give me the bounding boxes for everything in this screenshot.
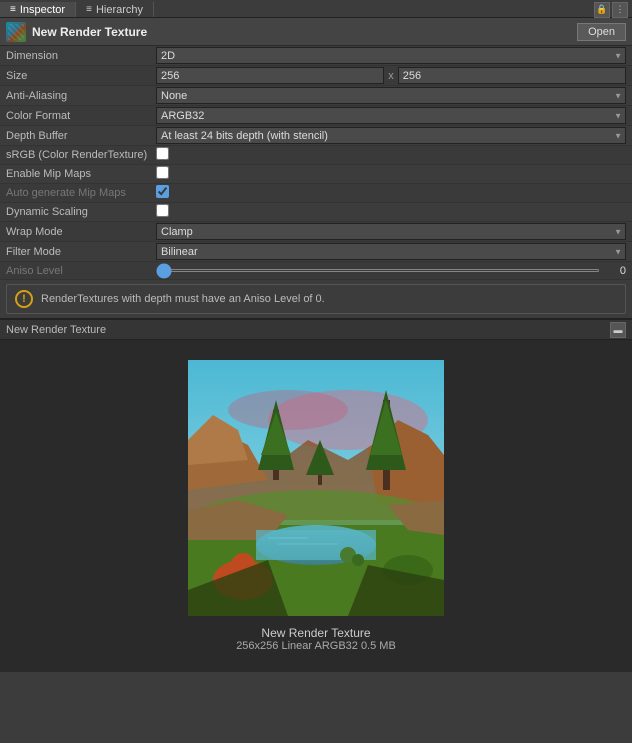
wrap-mode-select[interactable]: ClampRepeatMirror bbox=[156, 223, 626, 240]
tab-inspector-label: Inspector bbox=[20, 4, 65, 16]
color-format-label: Color Format bbox=[6, 110, 156, 122]
color-format-select-wrapper: ARGB32RGB565ARGB4444 bbox=[156, 107, 626, 124]
tab-bar: ≡ Inspector ≡ Hierarchy 🔒 ⋮ bbox=[0, 0, 632, 18]
srgb-value bbox=[156, 147, 626, 163]
auto-gen-mip-maps-checkbox[interactable] bbox=[156, 185, 169, 198]
open-button[interactable]: Open bbox=[577, 23, 626, 41]
size-inputs: x bbox=[156, 67, 626, 84]
warning-text: RenderTextures with depth must have an A… bbox=[41, 293, 325, 305]
preview-label: New Render Texture bbox=[261, 626, 370, 640]
enable-mip-maps-row: Enable Mip Maps bbox=[0, 165, 632, 184]
enable-mip-maps-label: Enable Mip Maps bbox=[6, 168, 156, 180]
aniso-level-value: 0 bbox=[606, 265, 626, 277]
srgb-checkbox[interactable] bbox=[156, 147, 169, 160]
dimension-label: Dimension bbox=[6, 50, 156, 62]
dynamic-scaling-row: Dynamic Scaling bbox=[0, 203, 632, 222]
lock-button[interactable]: 🔒 bbox=[594, 2, 610, 18]
preview-image bbox=[188, 360, 444, 616]
anti-aliasing-select-wrapper: None2 samples4 samples8 samples bbox=[156, 87, 626, 104]
anti-aliasing-label: Anti-Aliasing bbox=[6, 90, 156, 102]
auto-gen-mip-maps-row: Auto generate Mip Maps bbox=[0, 184, 632, 203]
asset-name: New Render Texture bbox=[32, 25, 147, 39]
wrap-mode-select-wrapper: ClampRepeatMirror bbox=[156, 223, 626, 240]
wrap-mode-label: Wrap Mode bbox=[6, 226, 156, 238]
dynamic-scaling-value bbox=[156, 204, 626, 220]
dimension-select[interactable]: 2D3DCube bbox=[156, 47, 626, 64]
hierarchy-icon: ≡ bbox=[86, 4, 92, 15]
inspector-header: New Render Texture Open bbox=[0, 18, 632, 46]
depth-buffer-label: Depth Buffer bbox=[6, 130, 156, 142]
size-height-input[interactable] bbox=[398, 67, 626, 84]
scene-svg bbox=[188, 360, 444, 616]
filter-mode-select[interactable]: BilinearPointTrilinear bbox=[156, 243, 626, 260]
tab-actions: 🔒 ⋮ bbox=[594, 2, 632, 17]
enable-mip-maps-value bbox=[156, 166, 626, 182]
tab-inspector[interactable]: ≡ Inspector bbox=[0, 2, 76, 17]
tab-hierarchy[interactable]: ≡ Hierarchy bbox=[76, 2, 154, 17]
auto-gen-mip-maps-label: Auto generate Mip Maps bbox=[6, 187, 156, 199]
dynamic-scaling-checkbox[interactable] bbox=[156, 204, 169, 217]
preview-title: New Render Texture bbox=[6, 324, 106, 336]
asset-icon bbox=[6, 22, 26, 42]
filter-mode-select-wrapper: BilinearPointTrilinear bbox=[156, 243, 626, 260]
preview-section: New Render Texture ▬ bbox=[0, 318, 632, 672]
warning-icon: ! bbox=[15, 290, 33, 308]
aniso-level-row: Aniso Level 0 bbox=[0, 262, 632, 280]
preview-header: New Render Texture ▬ bbox=[0, 320, 632, 340]
size-width-input[interactable] bbox=[156, 67, 384, 84]
preview-info: 256x256 Linear ARGB32 0.5 MB bbox=[236, 640, 396, 652]
filter-mode-label: Filter Mode bbox=[6, 246, 156, 258]
aniso-level-label: Aniso Level bbox=[6, 265, 156, 277]
enable-mip-maps-checkbox[interactable] bbox=[156, 166, 169, 179]
dynamic-scaling-label: Dynamic Scaling bbox=[6, 206, 156, 218]
size-row: Size x bbox=[0, 66, 632, 86]
properties-panel: Dimension 2D3DCube Size x Anti-Aliasing … bbox=[0, 46, 632, 280]
size-x-separator: x bbox=[388, 70, 394, 82]
preview-collapse-button[interactable]: ▬ bbox=[610, 322, 626, 338]
tab-hierarchy-label: Hierarchy bbox=[96, 4, 143, 16]
aniso-level-slider[interactable] bbox=[156, 269, 600, 272]
srgb-label: sRGB (Color RenderTexture) bbox=[6, 149, 156, 161]
preview-content: New Render Texture 256x256 Linear ARGB32… bbox=[0, 340, 632, 672]
srgb-row: sRGB (Color RenderTexture) bbox=[0, 146, 632, 165]
depth-buffer-select[interactable]: No depth buffer At least 16 bits depth A… bbox=[156, 127, 626, 144]
color-format-select[interactable]: ARGB32RGB565ARGB4444 bbox=[156, 107, 626, 124]
auto-gen-mip-maps-value bbox=[156, 185, 626, 201]
depth-buffer-select-wrapper: No depth buffer At least 16 bits depth A… bbox=[156, 127, 626, 144]
wrap-mode-row: Wrap Mode ClampRepeatMirror bbox=[0, 222, 632, 242]
size-label: Size bbox=[6, 70, 156, 82]
anti-aliasing-select[interactable]: None2 samples4 samples8 samples bbox=[156, 87, 626, 104]
inspector-icon: ≡ bbox=[10, 4, 16, 15]
anti-aliasing-row: Anti-Aliasing None2 samples4 samples8 sa… bbox=[0, 86, 632, 106]
dimension-select-wrapper: 2D3DCube bbox=[156, 47, 626, 64]
filter-mode-row: Filter Mode BilinearPointTrilinear bbox=[0, 242, 632, 262]
dimension-row: Dimension 2D3DCube bbox=[0, 46, 632, 66]
aniso-level-control: 0 bbox=[156, 265, 626, 277]
warning-box: ! RenderTextures with depth must have an… bbox=[6, 284, 626, 314]
menu-button[interactable]: ⋮ bbox=[612, 2, 628, 18]
depth-buffer-row: Depth Buffer No depth buffer At least 16… bbox=[0, 126, 632, 146]
color-format-row: Color Format ARGB32RGB565ARGB4444 bbox=[0, 106, 632, 126]
